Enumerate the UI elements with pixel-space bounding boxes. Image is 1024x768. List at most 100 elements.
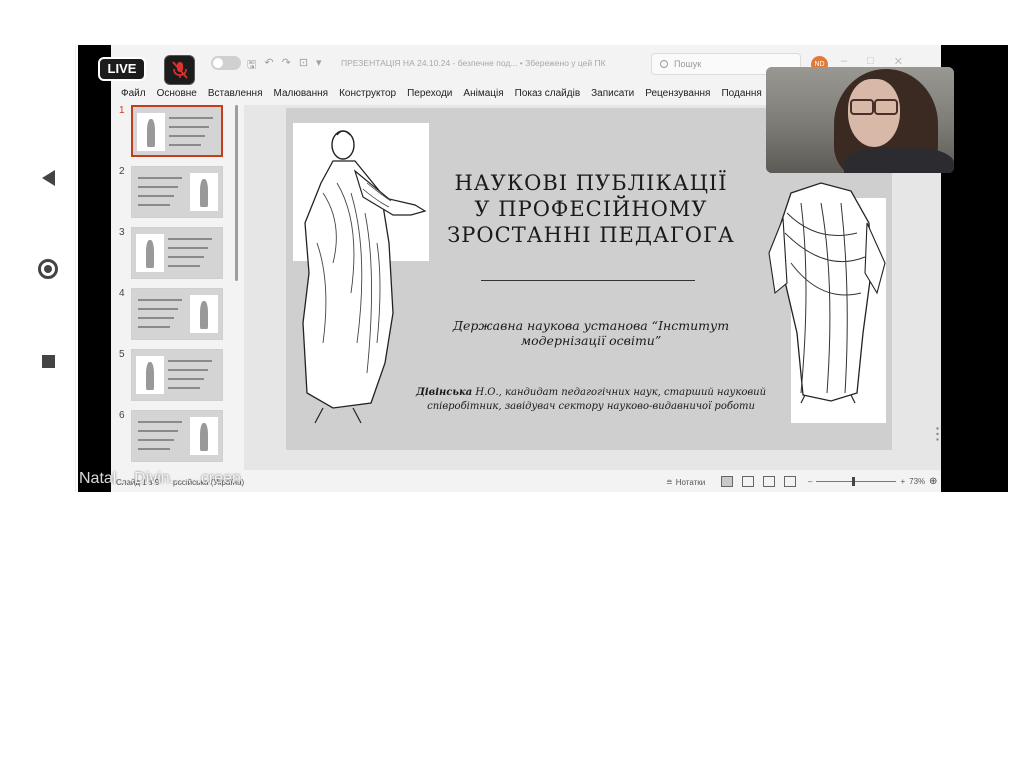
editor-scroll-dots[interactable] [936, 427, 939, 441]
thumbnail-text-line [138, 186, 178, 188]
customize-toolbar-icon[interactable]: ▾ [316, 56, 322, 75]
zoom-slider[interactable] [816, 477, 897, 486]
slide-thumbnail-row[interactable]: 6 [111, 410, 241, 466]
slide-thumbnail-number: 1 [119, 105, 125, 116]
author-details: Н.О., кандидат педагогічних наук, старши… [427, 387, 767, 412]
undo-icon[interactable]: ↶ [264, 56, 273, 75]
thumbnail-text-line [168, 265, 200, 267]
thumbnail-text-line [138, 204, 170, 206]
slide-thumbnail[interactable] [131, 105, 223, 157]
recents-button[interactable] [37, 350, 59, 372]
title-divider [481, 280, 695, 281]
thumbnail-text-line [138, 430, 178, 432]
author-name: Дівінська [415, 387, 473, 398]
presenter-body [844, 147, 954, 173]
ribbon-tab[interactable]: Анімація [463, 88, 503, 99]
android-nav-rail [18, 45, 76, 492]
thumbnail-text-line [138, 317, 174, 319]
zoom-in-icon[interactable]: + [900, 477, 905, 486]
thumbnail-text-line [169, 135, 205, 137]
ribbon-tab[interactable]: Малювання [274, 88, 329, 99]
quick-access-toolbar: 🖫 ↶ ↷ ⊡ ▾ [247, 56, 322, 75]
slide-thumbnail[interactable] [131, 410, 223, 462]
thumbnail-text-line [138, 421, 182, 423]
ribbon-tab[interactable]: Записати [591, 88, 634, 99]
thumbnail-figure [136, 234, 164, 272]
glasses-icon [850, 99, 898, 115]
slide-title-line-2: У ПРОФЕСІЙНОМУ [474, 197, 708, 221]
fit-to-window-icon[interactable]: ⊕ [929, 476, 937, 487]
thumbnail-text-line [138, 195, 174, 197]
zoom-out-icon[interactable]: – [808, 477, 812, 486]
ribbon-tab[interactable]: Основне [157, 88, 197, 99]
ribbon-tab[interactable]: Вставлення [208, 88, 263, 99]
zoom-slider-thumb[interactable] [852, 477, 856, 486]
thumbnail-text-line [138, 326, 170, 328]
presenter-name-caption: Natal... Divin... ...creen [79, 470, 241, 487]
slideshow-icon[interactable] [784, 476, 796, 487]
back-button[interactable] [37, 167, 59, 189]
thumbnail-text-line [168, 387, 200, 389]
slide-thumbnail-row[interactable]: 1 [111, 105, 241, 161]
slide-title[interactable]: НАУКОВІ ПУБЛІКАЦІЇ У ПРОФЕСІЙНОМУ ЗРОСТА… [426, 170, 756, 248]
redo-icon[interactable]: ↷ [282, 56, 291, 75]
ribbon-tab[interactable]: Показ слайдів [515, 88, 581, 99]
thumbnail-text-line [168, 238, 212, 240]
thumbnail-figure [190, 173, 218, 211]
ribbon-tab[interactable]: Конструктор [339, 88, 396, 99]
notes-label: Нотатки [675, 478, 706, 487]
present-icon[interactable]: ⊡ [299, 56, 308, 75]
save-icon[interactable]: 🖫 [247, 56, 256, 75]
view-switcher [721, 476, 796, 487]
ribbon-tab[interactable]: Подання [721, 88, 761, 99]
mic-muted-button[interactable] [164, 55, 195, 85]
thumbnail-text-line [168, 369, 208, 371]
slide-thumbnail[interactable] [131, 227, 223, 279]
slide-thumbnail-row[interactable]: 4 [111, 288, 241, 344]
reading-view-icon[interactable] [763, 476, 775, 487]
slide-thumbnail-row[interactable]: 5 [111, 349, 241, 405]
screen: 🖫 ↶ ↷ ⊡ ▾ ПРЕЗЕНТАЦІЯ НА 24.10.24 - безп… [0, 0, 1024, 768]
slide-thumbnail[interactable] [131, 166, 223, 218]
slide-thumbnail[interactable] [131, 349, 223, 401]
notes-icon: ≘ [666, 478, 673, 487]
slide-author[interactable]: Дівінська Н.О., кандидат педагогічних на… [391, 386, 791, 414]
zoom-level[interactable]: 73% [909, 477, 925, 486]
thumbnail-text-line [138, 308, 178, 310]
toga-figure-left-illustration [293, 123, 429, 424]
slide-thumbnail-row[interactable]: 3 [111, 227, 241, 283]
ribbon-tab[interactable]: Переходи [407, 88, 452, 99]
thumbnail-figure [137, 113, 165, 151]
thumbnail-figure [190, 295, 218, 333]
thumbnail-text-line [169, 126, 209, 128]
thumbnail-text-line [168, 360, 212, 362]
notes-button[interactable]: ≘ Нотатки [666, 478, 705, 487]
right-figure-drawing [768, 182, 886, 404]
ribbon-tab[interactable]: Рецензування [645, 88, 710, 99]
zoom-control: – + 73% [808, 477, 925, 486]
autosave-toggle[interactable] [211, 56, 241, 70]
slide-subtitle[interactable]: Державна наукова установа “Інститут моде… [416, 318, 766, 348]
mic-muted-icon [171, 61, 188, 79]
thumbnail-text-line [138, 177, 182, 179]
search-icon [660, 60, 668, 68]
recents-square-icon [41, 354, 55, 368]
slide-title-line-1: НАУКОВІ ПУБЛІКАЦІЇ [454, 171, 728, 195]
back-triangle-icon [41, 170, 55, 186]
slide-thumbnail-row[interactable]: 2 [111, 166, 241, 222]
home-button[interactable] [37, 258, 59, 280]
live-badge: LIVE [98, 57, 146, 81]
thumbnail-scrollbar[interactable] [235, 105, 238, 281]
slide-thumbnail-number: 6 [119, 410, 125, 421]
slide-title-line-3: ЗРОСТАННІ ПЕДАГОГА [447, 223, 735, 247]
thumbnail-text-line [168, 256, 204, 258]
slide-sorter-icon[interactable] [742, 476, 754, 487]
slide-thumbnail[interactable] [131, 288, 223, 340]
slide-thumbnail-pane: 1 2 3 4 5 6 [111, 105, 241, 470]
thumbnail-text-line [138, 448, 170, 450]
slide-thumbnail-number: 3 [119, 227, 125, 238]
webcam-feed [766, 67, 954, 173]
normal-view-icon[interactable] [721, 476, 733, 487]
ribbon-tab[interactable]: Файл [121, 88, 146, 99]
thumbnail-figure [190, 417, 218, 455]
